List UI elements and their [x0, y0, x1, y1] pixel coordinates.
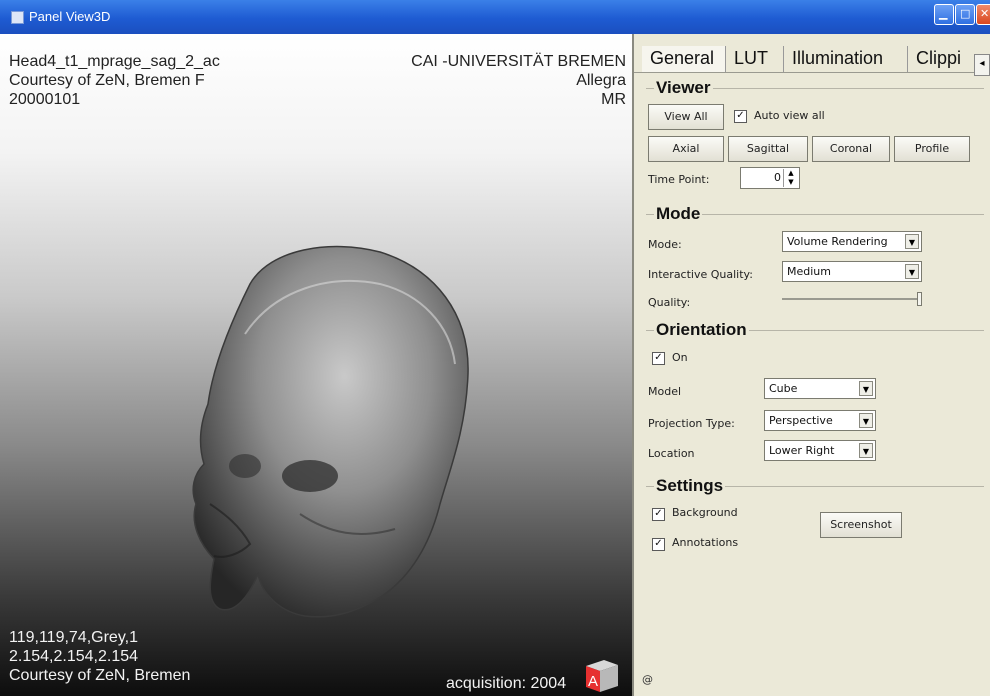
properties-panel: General LUT Illumination Clippi ◂ Viewer…: [632, 34, 990, 696]
chevron-down-icon: ▼: [859, 413, 873, 428]
view3d-window: Panel View3D ▁ □ ✕ Head4_t1_mprage_sag_2…: [0, 0, 990, 696]
scanner-model: Allegra: [576, 72, 626, 89]
coronal-button[interactable]: Coronal: [812, 136, 890, 162]
institution: CAI -UNIVERSITÄT BREMEN: [411, 53, 626, 70]
time-point-spinbox[interactable]: 0 ▲ ▼: [740, 167, 800, 189]
model-label: Model: [648, 385, 682, 398]
quality-slider-track: [782, 298, 922, 300]
mode-value: Volume Rendering: [787, 235, 888, 248]
mode-label: Mode:: [648, 238, 682, 251]
tab-scroll-button[interactable]: ◂: [974, 54, 990, 76]
courtesy-top: Courtesy of ZeN, Bremen F: [9, 72, 205, 89]
model-value: Cube: [769, 382, 798, 395]
title-bar: Panel View3D ▁ □ ✕: [0, 0, 990, 34]
close-icon: ✕: [980, 7, 990, 20]
chevron-down-icon: ▼: [859, 381, 873, 396]
location-select[interactable]: Lower Right ▼: [764, 440, 876, 461]
projection-type-select[interactable]: Perspective ▼: [764, 410, 876, 431]
minimize-button[interactable]: ▁: [934, 4, 954, 25]
tab-illumination[interactable]: Illumination: [784, 46, 908, 72]
quality-slider[interactable]: [782, 292, 922, 306]
head-volume-render: [192, 245, 469, 618]
maximize-icon: □: [960, 7, 971, 20]
orientation-on-checkbox[interactable]: ✓: [652, 352, 665, 365]
orientation-on-label: On: [672, 351, 688, 364]
courtesy-bottom: Courtesy of ZeN, Bremen: [9, 667, 191, 684]
tab-lut[interactable]: LUT: [726, 46, 784, 72]
spin-arrows-icon[interactable]: ▲ ▼: [783, 169, 798, 187]
series-name: Head4_t1_mprage_sag_2_ac: [9, 53, 220, 70]
modality: MR: [601, 91, 626, 108]
auto-view-all-checkbox[interactable]: ✓: [734, 110, 747, 123]
interactive-quality-select[interactable]: Medium ▼: [782, 261, 922, 282]
chevron-down-icon: ▼: [905, 264, 919, 279]
tab-bar: General LUT Illumination Clippi ◂: [634, 42, 990, 76]
orientation-group: Orientation ✓ On Model Cube ▼ Projection…: [646, 320, 984, 480]
quality-slider-thumb[interactable]: [917, 292, 922, 306]
voxel-spacing: 2.154,2.154,2.154: [9, 648, 139, 665]
orientation-group-title: Orientation: [654, 320, 749, 340]
axial-button[interactable]: Axial: [648, 136, 724, 162]
viewer-group-title: Viewer: [654, 78, 713, 98]
orientation-cube: A: [586, 660, 618, 692]
minimize-icon: ▁: [939, 7, 948, 20]
study-date: 20000101: [9, 91, 81, 108]
model-select[interactable]: Cube ▼: [764, 378, 876, 399]
settings-group-title: Settings: [654, 476, 726, 496]
chevron-down-icon: ▼: [859, 443, 873, 458]
annotations-checkbox[interactable]: ✓: [652, 538, 665, 551]
background-label: Background: [672, 506, 738, 519]
overlay-top-left: Head4_t1_mprage_sag_2_ac Courtesy of ZeN…: [9, 52, 220, 109]
maximize-button[interactable]: □: [955, 4, 975, 25]
profile-button[interactable]: Profile: [894, 136, 970, 162]
sagittal-button[interactable]: Sagittal: [728, 136, 808, 162]
mode-group-title: Mode: [654, 204, 703, 224]
location-label: Location: [648, 447, 695, 460]
time-point-label: Time Point:: [648, 173, 710, 186]
tab-clipping[interactable]: Clippi: [908, 46, 974, 72]
3d-viewport[interactable]: Head4_t1_mprage_sag_2_ac Courtesy of ZeN…: [0, 34, 632, 696]
scroll-left-icon: ◂: [979, 58, 985, 69]
window-title: Panel View3D: [29, 9, 111, 24]
auto-view-all-label: Auto view all: [754, 109, 825, 122]
acquisition-date: acquisition: 2004: [446, 675, 567, 692]
interactive-quality-value: Medium: [787, 265, 831, 278]
overlay-bottom-left: 119,119,74,Grey,1 2.154,2.154,2.154 Cour…: [9, 628, 190, 685]
interactive-quality-label: Interactive Quality:: [648, 268, 753, 281]
overlay-top-right: CAI -UNIVERSITÄT BREMEN Allegra MR: [411, 52, 626, 109]
status-bar-text: @: [642, 673, 653, 686]
app-icon: [11, 11, 24, 24]
projection-type-label: Projection Type:: [648, 417, 735, 430]
view-all-button[interactable]: View All: [648, 104, 724, 130]
overlay-bottom-right: acquisition: 2004: [446, 674, 566, 693]
quality-label: Quality:: [648, 296, 691, 309]
tab-general[interactable]: General: [642, 46, 726, 72]
mode-group: Mode Mode: Volume Rendering ▼ Interactiv…: [646, 204, 984, 324]
close-button[interactable]: ✕: [976, 4, 990, 25]
chevron-down-icon: ▼: [905, 234, 919, 249]
annotations-label: Annotations: [672, 536, 739, 549]
screenshot-button[interactable]: Screenshot: [820, 512, 902, 538]
volume-dimensions: 119,119,74,Grey,1: [9, 629, 138, 646]
background-checkbox[interactable]: ✓: [652, 508, 665, 521]
time-point-value: 0: [774, 171, 781, 184]
projection-type-value: Perspective: [769, 414, 833, 427]
location-value: Lower Right: [769, 444, 835, 457]
orientation-cube-letter: A: [588, 673, 598, 690]
mode-select[interactable]: Volume Rendering ▼: [782, 231, 922, 252]
settings-group: Settings ✓ Background ✓ Annotations Scre…: [646, 476, 984, 576]
